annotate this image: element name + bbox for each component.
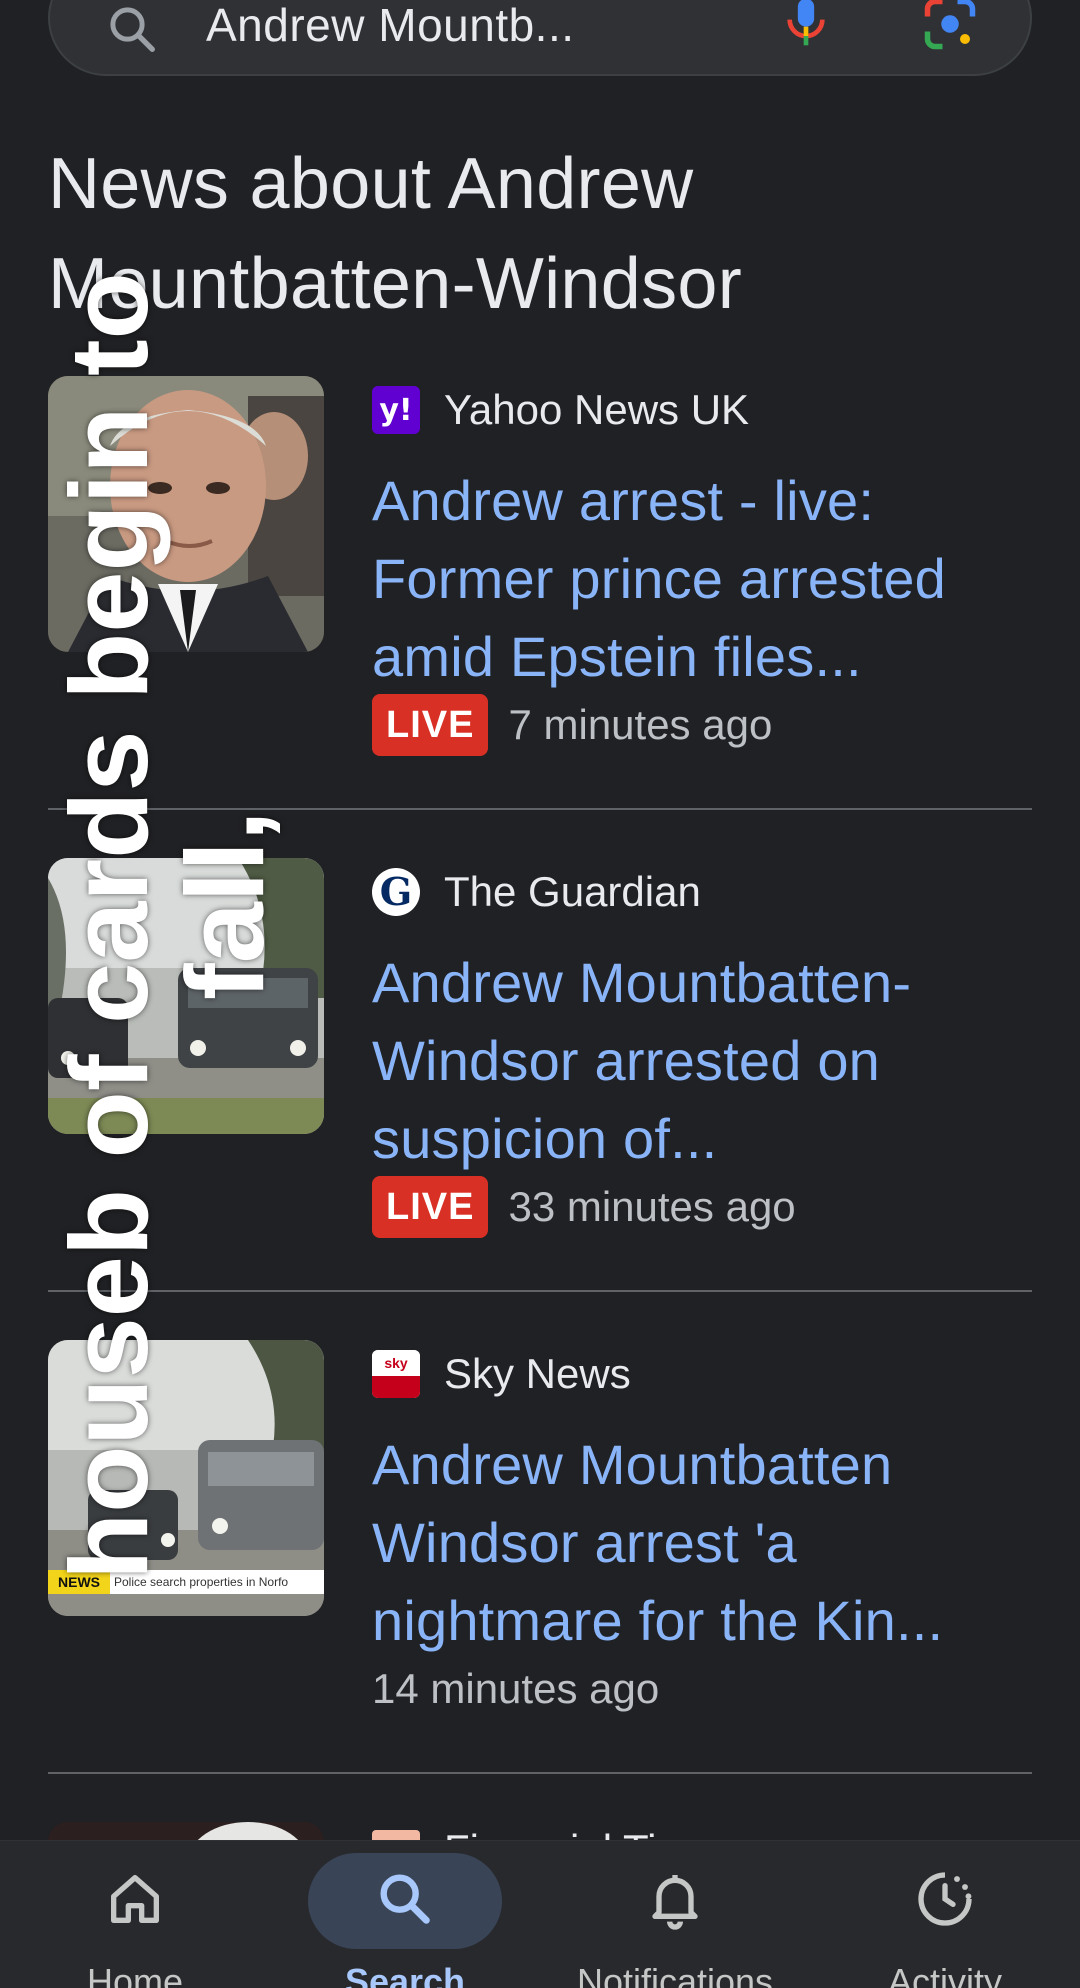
overlay-caption-line: houseb of cards begin to <box>48 272 171 1580</box>
source-name: Sky News <box>444 1350 631 1397</box>
search-icon[interactable] <box>105 2 159 56</box>
live-badge: LIVE <box>372 694 489 756</box>
nav-home[interactable]: Home <box>0 1841 270 1988</box>
news-headline-link[interactable]: Andrew Mountbatten-Windsor arrested on s… <box>372 944 1042 1178</box>
news-meta: LIVE 7 minutes ago <box>372 694 772 756</box>
nav-notifications[interactable]: Notifications <box>540 1841 810 1988</box>
nav-label: Activity <box>887 1961 1002 1988</box>
source-name: The Guardian <box>444 868 701 915</box>
news-source: sky Sky News <box>372 1346 631 1402</box>
bottom-navigation: Home Search Notifications Activity <box>0 1840 1080 1988</box>
news-source: G The Guardian <box>372 864 701 920</box>
yahoo-icon: y! <box>372 386 420 434</box>
search-input[interactable]: Andrew Mountb... <box>206 0 575 52</box>
search-results-page: Andrew Mountb... News about Andrew Mount… <box>0 0 1080 1988</box>
live-badge: LIVE <box>372 1176 489 1238</box>
microphone-icon[interactable] <box>778 0 834 50</box>
news-source: y! Yahoo News UK <box>372 382 749 438</box>
news-headline-link[interactable]: Andrew Mountbatten Windsor arrest 'a nig… <box>372 1426 1042 1660</box>
timestamp: 7 minutes ago <box>508 701 773 748</box>
nav-label: Notifications <box>576 1961 774 1988</box>
google-lens-icon[interactable] <box>920 0 980 54</box>
sky-news-icon: sky <box>372 1350 420 1398</box>
nav-activity[interactable]: Activity <box>810 1841 1080 1988</box>
news-meta: LIVE 33 minutes ago <box>372 1176 796 1238</box>
timestamp: 33 minutes ago <box>508 1183 796 1230</box>
source-name: Yahoo News UK <box>444 386 750 433</box>
home-icon <box>111 1875 159 1923</box>
section-title: News about Andrew Mountbatten-Windsor <box>48 144 743 324</box>
news-meta: 14 minutes ago <box>372 1658 659 1720</box>
search-bar[interactable]: Andrew Mountb... <box>48 0 1032 76</box>
guardian-icon: G <box>372 868 420 916</box>
activity-icon <box>918 1872 972 1926</box>
bell-icon <box>652 1875 698 1930</box>
nav-label: Home <box>86 1961 184 1988</box>
overlay-caption-line: fall, <box>164 810 287 1001</box>
timestamp: 14 minutes ago <box>372 1665 660 1712</box>
overlay-caption: houseb of cards begin to fall, <box>48 272 287 1580</box>
divider <box>48 1772 1032 1774</box>
nav-label: Search <box>344 1961 466 1988</box>
nav-search[interactable]: Search <box>270 1841 540 1988</box>
news-headline-link[interactable]: Andrew arrest - live: Former prince arre… <box>372 462 1042 696</box>
search-icon <box>380 1874 430 1924</box>
